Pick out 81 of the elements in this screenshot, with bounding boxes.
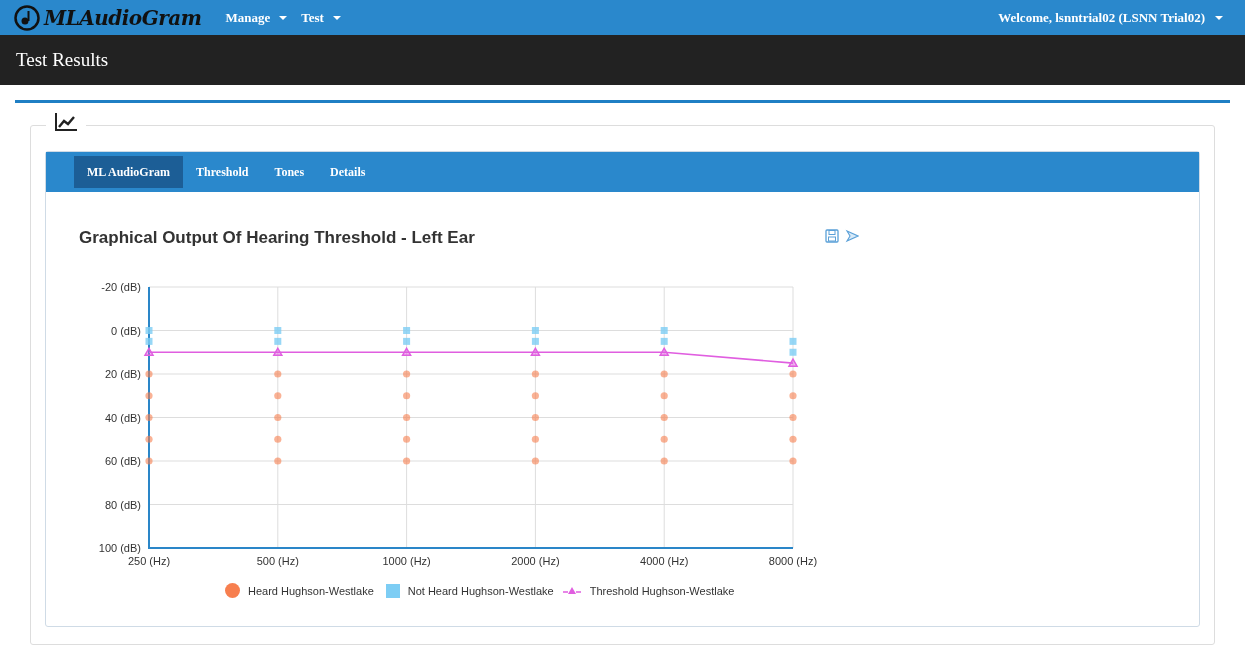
not-heard-point — [274, 337, 282, 345]
user-menu[interactable]: Welcome, lsnntrial02 (LSNN Trial02) — [998, 7, 1223, 28]
heard-point — [145, 456, 153, 465]
heard-point — [789, 435, 797, 443]
heard-point — [531, 435, 539, 443]
nav-menu[interactable]: Manage — [225, 7, 288, 28]
note-logo-icon — [14, 4, 40, 31]
brand-logo[interactable]: MLAudioGram — [44, 2, 202, 33]
triangle-marker — [401, 346, 412, 356]
not-heard-point — [403, 326, 411, 334]
save-icon[interactable] — [824, 229, 839, 243]
legend-label: Threshold Hughson-Westlake — [589, 583, 735, 599]
heard-point — [531, 413, 539, 421]
heard-point — [660, 391, 668, 399]
nav-menu[interactable]: Test — [301, 7, 341, 28]
triangle-marker — [272, 346, 284, 356]
not-heard-point — [789, 348, 797, 356]
heard-point — [789, 391, 797, 399]
not-heard-point — [145, 326, 153, 334]
heard-point — [789, 369, 797, 378]
heard-point — [660, 456, 668, 465]
y-tick-label: 60 (dB) — [104, 454, 141, 467]
y-tick-label: 80 (dB) — [104, 498, 141, 510]
x-tick-label: 250 (Hz) — [127, 554, 171, 567]
heard-point — [531, 369, 539, 378]
heard-point — [145, 391, 153, 399]
triangle-marker — [530, 346, 541, 356]
y-tick-label: 20 (dB) — [104, 367, 141, 380]
heard-point — [789, 456, 797, 465]
triangle-marker — [787, 357, 799, 367]
not-heard-point — [660, 337, 668, 345]
not-heard-point — [531, 326, 539, 334]
not-heard-point — [145, 337, 153, 345]
triangle-marker — [143, 346, 155, 356]
heard-point — [660, 435, 668, 443]
heard-point — [403, 369, 411, 378]
not-heard-point — [789, 337, 797, 345]
not-heard-point — [403, 337, 411, 345]
not-heard-point — [531, 337, 539, 345]
x-tick-label: 2000 (Hz) — [511, 554, 560, 567]
y-tick-label: 0 (dB) — [111, 324, 141, 336]
heard-point — [145, 413, 153, 421]
heard-point — [145, 369, 153, 378]
caret-icon — [332, 15, 341, 20]
heard-point — [403, 456, 411, 465]
y-tick-label: 100 (dB) — [98, 541, 141, 554]
heard-point — [274, 413, 282, 421]
tab[interactable]: ML AudioGram — [74, 156, 183, 188]
y-tick-label: 40 (dB) — [104, 411, 141, 423]
heard-point — [531, 391, 539, 399]
page-title: Test Results — [16, 47, 109, 72]
tab[interactable]: Details — [317, 156, 379, 188]
heard-point — [274, 435, 282, 443]
heard-point — [531, 456, 539, 465]
heard-point — [789, 413, 797, 421]
heard-point — [403, 413, 411, 421]
triangle-marker — [658, 346, 670, 356]
export-icon[interactable] — [844, 229, 859, 243]
legend-label: Heard Hughson-Westlake — [248, 583, 374, 599]
heard-point — [274, 456, 282, 465]
heard-point — [660, 413, 668, 421]
y-tick-label: -20 (dB) — [101, 280, 141, 293]
line-chart-icon — [54, 112, 78, 132]
x-tick-label: 8000 (Hz) — [768, 554, 818, 567]
tab[interactable]: Threshold — [183, 156, 262, 188]
not-heard-point — [660, 326, 668, 334]
caret-icon — [279, 15, 288, 20]
x-tick-label: 500 (Hz) — [256, 554, 299, 567]
x-tick-label: 4000 (Hz) — [640, 554, 689, 567]
tab[interactable]: Tones — [261, 156, 318, 188]
heard-point — [145, 435, 153, 443]
x-tick-label: 1000 (Hz) — [382, 554, 431, 567]
heard-point — [274, 391, 282, 399]
heard-point — [403, 391, 411, 399]
heard-point — [403, 435, 411, 443]
heard-point — [660, 369, 668, 378]
not-heard-point — [274, 326, 282, 334]
caret-icon — [1215, 15, 1223, 20]
chart-title: Graphical Output Of Hearing Threshold - Left Ear — [79, 227, 475, 249]
legend-label: Not Heard Hughson-Westlake — [407, 583, 554, 599]
heard-point — [274, 369, 282, 378]
